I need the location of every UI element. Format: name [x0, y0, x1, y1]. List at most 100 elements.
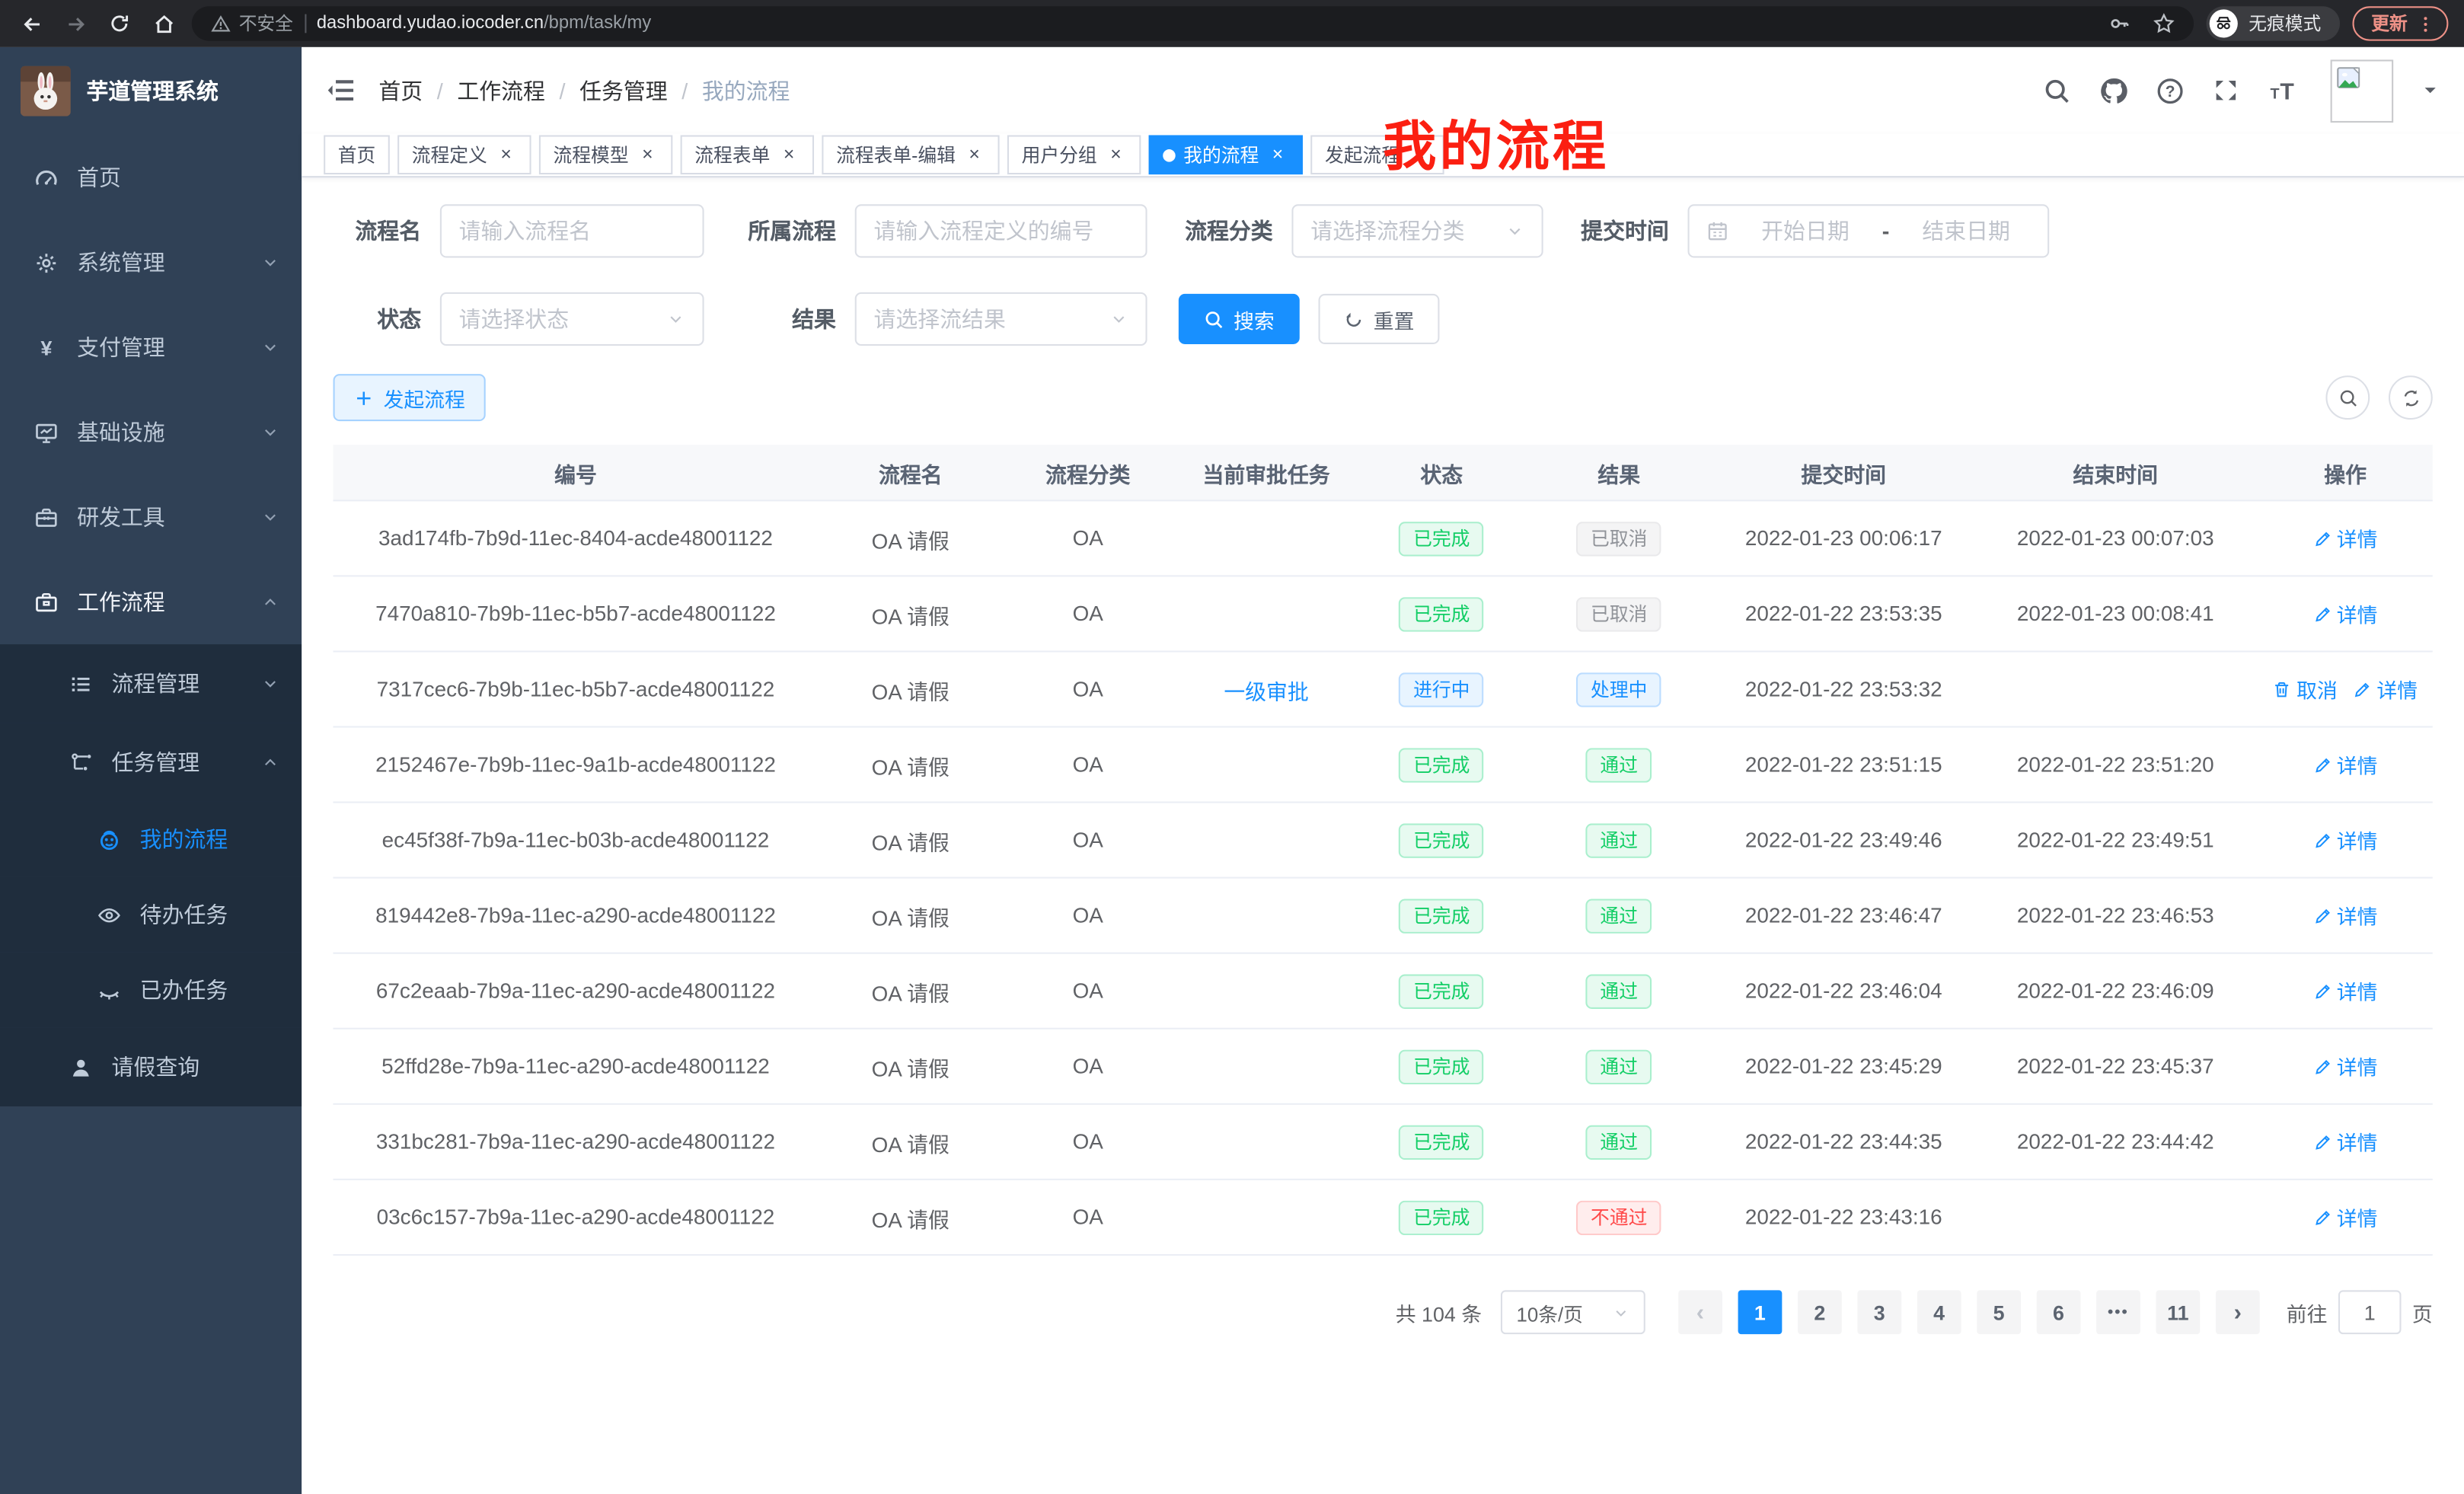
sidebar-item[interactable]: 流程管理 [0, 644, 302, 723]
app-title: 芋道管理系统 [87, 75, 219, 107]
close-icon[interactable]: × [495, 144, 517, 166]
tab-item[interactable]: 流程表单× [681, 135, 814, 174]
sidebar-item[interactable]: 待办任务 [0, 877, 302, 953]
sidebar-item[interactable]: 工作流程 [0, 560, 302, 644]
edit-icon [2313, 1208, 2332, 1227]
menu-dots-icon[interactable] [2415, 14, 2436, 34]
page-button[interactable]: 4 [1917, 1290, 1961, 1334]
tab-item[interactable]: 用户分组× [1007, 135, 1141, 174]
update-button[interactable]: 更新 [2353, 6, 2449, 40]
page-button[interactable]: 2 [1798, 1290, 1842, 1334]
search-icon[interactable] [2043, 76, 2071, 104]
sidebar-item[interactable]: 任务管理 [0, 723, 302, 801]
result-placeholder: 请选择流结果 [873, 303, 1005, 334]
current-task-link[interactable]: 一级审批 [1224, 680, 1308, 704]
chevron-down-icon [1505, 222, 1524, 241]
sidebar-item[interactable]: 研发工具 [0, 474, 302, 559]
detail-action[interactable]: 详情 [2313, 976, 2378, 1006]
caret-down-icon[interactable] [2421, 81, 2439, 99]
result-select[interactable]: 请选择流结果 [855, 292, 1147, 346]
search-button[interactable]: 搜索 [1179, 294, 1300, 344]
status: 已完成 [1360, 596, 1524, 630]
create-process-button[interactable]: 发起流程 [334, 374, 486, 421]
detail-action[interactable]: 详情 [2353, 674, 2418, 704]
forward-icon[interactable] [59, 8, 91, 39]
chevron-up-icon [261, 592, 280, 611]
tab-item[interactable]: 流程定义× [397, 135, 531, 174]
sidebar-item-label: 待办任务 [140, 899, 228, 930]
font-size-icon[interactable]: TT [2268, 76, 2296, 104]
goto-page-input[interactable] [2338, 1290, 2402, 1334]
pager-ellipsis[interactable]: ••• [2096, 1290, 2140, 1334]
hamburger-icon[interactable] [327, 75, 356, 105]
tab-active[interactable]: 我的流程× [1149, 135, 1303, 174]
sidebar-item[interactable]: ¥支付管理 [0, 305, 302, 389]
close-icon[interactable]: × [778, 144, 800, 166]
close-icon[interactable]: × [963, 144, 985, 166]
detail-action[interactable]: 详情 [2313, 901, 2378, 931]
process-name-input[interactable] [459, 219, 685, 244]
key-icon[interactable] [2109, 13, 2131, 35]
reload-icon[interactable] [104, 8, 135, 39]
process-category: OA [1003, 526, 1173, 550]
status-select[interactable]: 请选择状态 [440, 292, 704, 346]
page-button[interactable]: 5 [1977, 1290, 2021, 1334]
sidebar-item[interactable]: 请假查询 [0, 1028, 302, 1106]
breadcrumb-item[interactable]: 首页 [378, 78, 423, 103]
edit-icon [2313, 755, 2332, 774]
detail-action[interactable]: 详情 [2313, 1127, 2378, 1157]
definition-input[interactable] [873, 219, 1128, 244]
detail-action[interactable]: 详情 [2313, 523, 2378, 553]
page-size-select[interactable]: 10条/页 [1501, 1290, 1645, 1334]
date-separator: - [1882, 219, 1890, 244]
detail-action[interactable]: 详情 [2313, 1052, 2378, 1081]
sidebar-item[interactable]: 我的流程 [0, 802, 302, 877]
user-icon [69, 1055, 93, 1079]
star-icon[interactable] [2153, 13, 2175, 35]
detail-action[interactable]: 详情 [2313, 1202, 2378, 1232]
github-icon[interactable] [2099, 76, 2127, 104]
edit-icon [2313, 831, 2332, 850]
detail-action[interactable]: 详情 [2313, 825, 2378, 854]
reset-button[interactable]: 重置 [1319, 294, 1440, 344]
page-button[interactable]: 11 [2156, 1290, 2200, 1334]
close-icon[interactable]: × [1105, 144, 1127, 166]
help-icon[interactable]: ? [2156, 76, 2185, 104]
tab-item[interactable]: 流程表单-编辑× [822, 135, 999, 174]
back-icon[interactable] [16, 8, 47, 39]
tab-item[interactable]: 首页 [324, 135, 390, 174]
date-range-picker[interactable]: 开始日期 - 结束日期 [1688, 204, 2050, 257]
sidebar-item-label: 研发工具 [77, 501, 165, 532]
sidebar-item[interactable]: 首页 [0, 135, 302, 219]
cancel-action[interactable]: 取消 [2273, 674, 2338, 704]
sidebar-item[interactable]: 已办任务 [0, 953, 302, 1028]
close-icon[interactable]: × [1267, 144, 1289, 166]
page-button[interactable]: 6 [2037, 1290, 2081, 1334]
page-button[interactable]: 3 [1857, 1290, 1901, 1334]
sidebar-item[interactable]: 基础设施 [0, 390, 302, 474]
fullscreen-icon[interactable] [2213, 77, 2239, 104]
column-header: 当前审批任务 [1173, 457, 1359, 488]
show-search-button[interactable] [2325, 375, 2370, 420]
prev-page-button[interactable]: ‹ [1678, 1290, 1722, 1334]
security-chip[interactable]: 不安全 [211, 11, 293, 36]
update-label: 更新 [2371, 11, 2407, 36]
address-bar[interactable]: 不安全 dashboard.yudao.iocoder.cn/bpm/task/… [192, 6, 2194, 40]
category-select[interactable]: 请选择流程分类 [1291, 204, 1543, 257]
table-row: 2152467e-7b9b-11ec-9a1b-acde48001122OA 请… [334, 728, 2433, 803]
refresh-table-button[interactable] [2389, 375, 2433, 420]
home-icon[interactable] [148, 8, 179, 39]
process-category: OA [1003, 602, 1173, 625]
detail-action[interactable]: 详情 [2313, 599, 2378, 628]
page-button[interactable]: 1 [1738, 1290, 1782, 1334]
actions: 详情 [2258, 976, 2433, 1006]
tab-item[interactable]: 流程模型× [539, 135, 672, 174]
breadcrumb-item[interactable]: 任务管理 [579, 78, 668, 103]
breadcrumb-item[interactable]: 工作流程 [457, 78, 545, 103]
sidebar-item[interactable]: 系统管理 [0, 220, 302, 305]
status-tag: 已完成 [1400, 1049, 1484, 1084]
close-icon[interactable]: × [637, 144, 659, 166]
detail-action[interactable]: 详情 [2313, 749, 2378, 779]
next-page-button[interactable]: › [2216, 1290, 2260, 1334]
avatar[interactable] [2331, 59, 2394, 122]
